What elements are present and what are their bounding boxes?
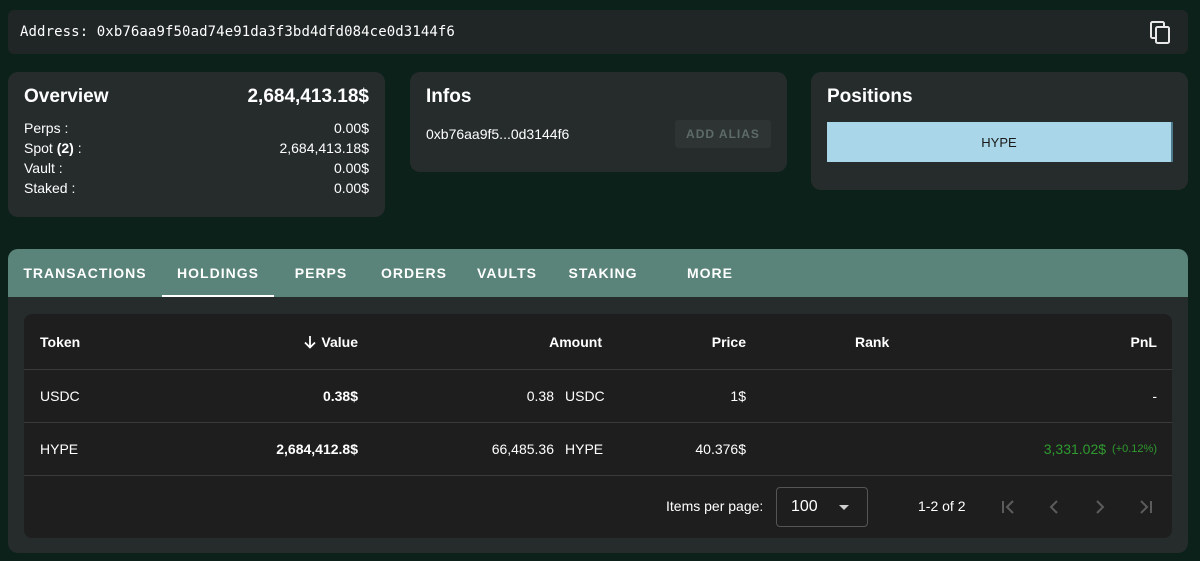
tab-transactions[interactable]: TRANSACTIONS bbox=[8, 249, 162, 297]
tab-vaults[interactable]: VAULTS bbox=[460, 249, 554, 297]
cell-value: 2,684,412.8$ bbox=[276, 441, 358, 457]
cell-amount: 66,485.36 bbox=[491, 441, 554, 457]
previous-page-icon[interactable] bbox=[1042, 495, 1066, 519]
column-header-pnl[interactable]: PnL bbox=[1024, 314, 1157, 369]
overview-card: Overview 2,684,413.18$ Perps : 0.00$ Spo… bbox=[8, 72, 385, 217]
page-size-select[interactable]: 100 bbox=[776, 487, 868, 527]
add-alias-button[interactable]: ADD ALIAS bbox=[675, 120, 771, 148]
overview-row-staked: Staked : 0.00$ bbox=[24, 178, 369, 198]
pnl-value: 3,331.02$ bbox=[1043, 441, 1107, 457]
arrow-down-icon bbox=[303, 335, 317, 349]
overview-row-perps: Perps : 0.00$ bbox=[24, 118, 369, 138]
tab-staking[interactable]: STAKING bbox=[554, 249, 652, 297]
cell-price: 40.376$ bbox=[695, 441, 746, 457]
infos-address: 0xb76aa9f5...0d3144f6 bbox=[426, 126, 570, 142]
overview-label: Staked : bbox=[24, 180, 76, 196]
cell-pnl: 3,331.02$ (+0.12%) bbox=[1024, 423, 1157, 475]
cell-amount-unit: USDC bbox=[565, 388, 605, 404]
cell-amount-unit: HYPE bbox=[565, 441, 604, 457]
column-header-rank[interactable]: Rank bbox=[855, 314, 889, 369]
table-row[interactable]: HYPE 2,684,412.8$ 66,485.36 HYPE 40.376$… bbox=[24, 423, 1172, 476]
table-row[interactable]: USDC 0.38$ 0.38 USDC 1$ - bbox=[24, 370, 1172, 423]
infos-title: Infos bbox=[426, 86, 472, 107]
cell-token: HYPE bbox=[40, 441, 79, 457]
last-page-icon[interactable] bbox=[1134, 495, 1158, 519]
tab-orders[interactable]: ORDERS bbox=[368, 249, 460, 297]
overview-title: Overview bbox=[24, 86, 109, 107]
column-header-value-label: Value bbox=[321, 333, 358, 350]
tab-holdings[interactable]: HOLDINGS bbox=[162, 249, 274, 297]
items-per-page-label: Items per page: bbox=[666, 498, 764, 514]
column-header-price[interactable]: Price bbox=[644, 314, 746, 369]
overview-value: 0.00$ bbox=[333, 120, 369, 136]
next-page-icon[interactable] bbox=[1088, 495, 1112, 519]
cell-amount: 0.38 bbox=[526, 388, 554, 404]
positions-title: Positions bbox=[827, 86, 913, 107]
pnl-percent: (+0.12%) bbox=[1112, 443, 1157, 455]
position-chip-hype[interactable]: HYPE bbox=[827, 122, 1173, 162]
first-page-icon[interactable] bbox=[996, 495, 1020, 519]
overview-total: 2,684,413.18$ bbox=[247, 86, 369, 107]
cell-pnl: - bbox=[1152, 388, 1157, 404]
cell-token: USDC bbox=[40, 388, 80, 404]
holdings-table: Token Value Amount Price Rank PnL USDC 0… bbox=[24, 314, 1172, 538]
caret-down-icon bbox=[839, 505, 849, 510]
address-bar: Address: 0xb76aa9f50ad74e91da3f3bd4dfd08… bbox=[8, 10, 1188, 54]
paginator: Items per page: 100 1-2 of 2 bbox=[24, 476, 1172, 538]
tab-bar: TRANSACTIONS HOLDINGS PERPS ORDERS VAULT… bbox=[8, 249, 1188, 297]
column-header-amount[interactable]: Amount bbox=[444, 314, 602, 369]
overview-label: Vault : bbox=[24, 160, 63, 176]
overview-value: 2,684,413.18$ bbox=[279, 140, 369, 156]
overview-value: 0.00$ bbox=[333, 180, 369, 196]
spot-count: (2) bbox=[56, 140, 74, 156]
overview-row-spot: Spot (2) : 2,684,413.18$ bbox=[24, 138, 369, 158]
page-range-label: 1-2 of 2 bbox=[918, 498, 966, 514]
copy-icon[interactable] bbox=[1150, 21, 1172, 45]
overview-label: Spot (2) : bbox=[24, 140, 82, 156]
tab-perps[interactable]: PERPS bbox=[274, 249, 368, 297]
table-header-row: Token Value Amount Price Rank PnL bbox=[24, 314, 1172, 370]
address-text: Address: 0xb76aa9f50ad74e91da3f3bd4dfd08… bbox=[20, 24, 455, 40]
infos-card: Infos 0xb76aa9f5...0d3144f6 ADD ALIAS bbox=[410, 72, 787, 172]
tab-more[interactable]: MORE bbox=[652, 249, 768, 297]
cell-price: 1$ bbox=[730, 388, 746, 404]
cell-value: 0.38$ bbox=[322, 388, 358, 404]
positions-card: Positions HYPE bbox=[811, 72, 1188, 190]
column-header-value[interactable]: Value bbox=[204, 314, 358, 369]
main-panel: TRANSACTIONS HOLDINGS PERPS ORDERS VAULT… bbox=[8, 249, 1188, 553]
overview-label: Perps : bbox=[24, 120, 69, 136]
column-header-token[interactable]: Token bbox=[40, 314, 80, 369]
overview-value: 0.00$ bbox=[333, 160, 369, 176]
overview-row-vault: Vault : 0.00$ bbox=[24, 158, 369, 178]
page-size-value: 100 bbox=[791, 498, 818, 515]
